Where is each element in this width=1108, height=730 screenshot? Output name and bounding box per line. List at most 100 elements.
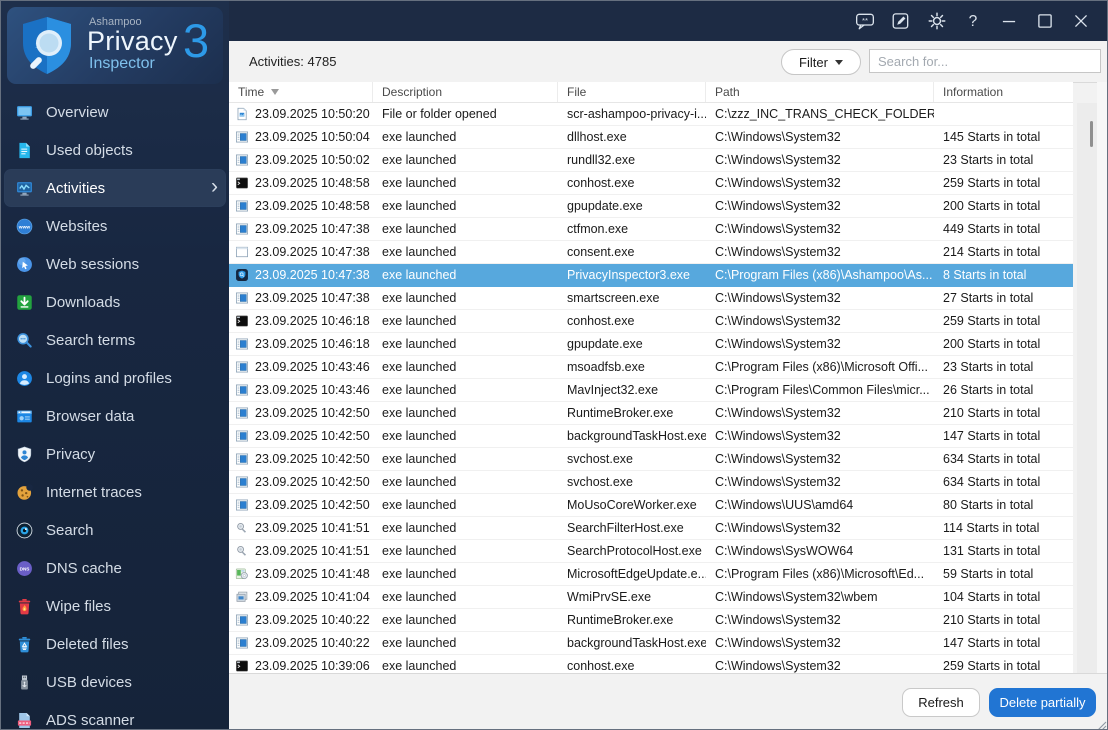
table-header: Time Description File Path Information <box>229 82 1073 103</box>
table-row[interactable]: 23.09.2025 10:48:58 exe launched conhost.e… <box>229 172 1073 195</box>
cell-time: 23.09.2025 10:43:46 <box>229 383 373 397</box>
time-value: 23.09.2025 10:46:18 <box>255 337 370 351</box>
search-input[interactable] <box>869 49 1101 73</box>
sidebar-item-label: Used objects <box>46 141 133 159</box>
cell-description: File or folder opened <box>382 107 497 121</box>
cell-information: 634 Starts in total <box>943 475 1041 489</box>
maximize-button[interactable] <box>1035 11 1055 31</box>
help-button[interactable]: ? <box>963 11 983 31</box>
cell-time: 23.09.2025 10:40:22 <box>229 636 373 650</box>
sidebar-item-label: Search <box>46 521 94 539</box>
sidebar-item-dns-cache[interactable]: DNS DNS cache <box>1 549 229 587</box>
resize-grip[interactable] <box>1096 718 1107 729</box>
sidebar-item-search-terms[interactable]: Search terms <box>1 321 229 359</box>
feedback-bubble-button[interactable]: ** <box>855 11 875 31</box>
table-row[interactable]: 23.09.2025 10:40:22 exe launched RuntimeBr… <box>229 609 1073 632</box>
table-row[interactable]: 23.09.2025 10:39:06 exe launched conhost.e… <box>229 655 1073 674</box>
internet-traces-cookie-icon <box>16 483 33 501</box>
vertical-scrollbar[interactable] <box>1077 103 1097 674</box>
sidebar-item-browser-data[interactable]: Browser data <box>1 397 229 435</box>
delete-partially-button[interactable]: Delete partially <box>989 688 1096 717</box>
cell-path: C:\Windows\System32 <box>715 521 841 535</box>
table-row[interactable]: 23.09.2025 10:50:20 File or folder opened… <box>229 103 1073 126</box>
filter-button[interactable]: Filter <box>781 49 861 75</box>
table-row[interactable]: 23.09.2025 10:41:48 exe launched Microsoft… <box>229 563 1073 586</box>
cell-description: exe launched <box>382 590 457 604</box>
table-row[interactable]: 23.09.2025 10:50:04 exe launched dllhost.e… <box>229 126 1073 149</box>
cell-file: RuntimeBroker.exe <box>567 613 674 627</box>
cell-information: 80 Starts in total <box>943 498 1034 512</box>
cell-description: exe launched <box>382 291 457 305</box>
sidebar-item-usb-devices[interactable]: USB devices <box>1 663 229 701</box>
column-header-description[interactable]: Description <box>373 82 558 102</box>
table-row[interactable]: 23.09.2025 10:42:50 exe launched RuntimeBr… <box>229 402 1073 425</box>
exe-window-icon <box>235 337 249 351</box>
table-row[interactable]: 23.09.2025 10:47:38 exe launched consent.e… <box>229 241 1073 264</box>
column-header-information[interactable]: Information <box>934 82 1073 102</box>
column-header-time[interactable]: Time <box>229 82 373 102</box>
settings-gear-button[interactable] <box>927 11 947 31</box>
sidebar-item-privacy[interactable]: Privacy <box>1 435 229 473</box>
sidebar-item-label: Wipe files <box>46 597 112 615</box>
notes-button[interactable] <box>891 11 911 31</box>
cell-path: C:\Windows\System32 <box>715 406 841 420</box>
table-row[interactable]: 23.09.2025 10:41:51 exe launched SearchPro… <box>229 540 1073 563</box>
sidebar-item-downloads[interactable]: Downloads <box>1 283 229 321</box>
deleted-files-trash-icon <box>16 636 33 653</box>
sidebar-item-search[interactable]: Search <box>1 511 229 549</box>
time-value: 23.09.2025 10:40:22 <box>255 613 370 627</box>
app-logo: 1010 Ashampoo Privacy Inspector 3 <box>7 7 223 84</box>
sidebar-item-internet-traces[interactable]: Internet traces <box>1 473 229 511</box>
cell-time: 23.09.2025 10:47:38 <box>229 268 373 282</box>
table-row[interactable]: 23.09.2025 10:43:46 exe launched msoadfsb.… <box>229 356 1073 379</box>
sidebar-item-label: USB devices <box>46 673 132 691</box>
cell-time: 23.09.2025 10:41:51 <box>229 544 373 558</box>
sidebar-item-used-objects[interactable]: Used objects <box>1 131 229 169</box>
sidebar-item-overview[interactable]: Overview <box>1 93 229 131</box>
cell-file: rundll32.exe <box>567 153 636 167</box>
sidebar-item-websites[interactable]: www Websites <box>1 207 229 245</box>
table-row[interactable]: 23.09.2025 10:43:46 exe launched MavInject… <box>229 379 1073 402</box>
table-row[interactable]: 23.09.2025 10:40:22 exe launched backgroun… <box>229 632 1073 655</box>
table-row[interactable]: 23.09.2025 10:42:50 exe launched svchost.e… <box>229 471 1073 494</box>
table-row[interactable]: 23.09.2025 10:41:04 exe launched WmiPrvSE.… <box>229 586 1073 609</box>
cell-information: 259 Starts in total <box>943 659 1041 673</box>
table-row[interactable]: 23.09.2025 10:46:18 exe launched gpupdate.… <box>229 333 1073 356</box>
console-dark-icon <box>235 314 249 328</box>
cell-time: 23.09.2025 10:47:38 <box>229 245 373 259</box>
close-button[interactable] <box>1071 11 1091 31</box>
table-row[interactable]: 23.09.2025 10:42:50 exe launched backgroun… <box>229 425 1073 448</box>
refresh-button[interactable]: Refresh <box>902 688 980 717</box>
minimize-button[interactable] <box>999 11 1019 31</box>
table-row[interactable]: 23.09.2025 10:48:58 exe launched gpupdate.… <box>229 195 1073 218</box>
sidebar-item-web-sessions[interactable]: Web sessions <box>1 245 229 283</box>
cell-description: exe launched <box>382 567 457 581</box>
cell-information: 259 Starts in total <box>943 176 1041 190</box>
cell-information: 634 Starts in total <box>943 452 1041 466</box>
cell-description: exe launched <box>382 636 457 650</box>
table-row[interactable]: 23.09.2025 10:47:38 exe launched ctfmon.ex… <box>229 218 1073 241</box>
logo-version: 3 <box>183 14 210 67</box>
sidebar-item-wipe-files[interactable]: Wipe files <box>1 587 229 625</box>
table-row[interactable]: 23.09.2025 10:42:50 exe launched svchost.e… <box>229 448 1073 471</box>
sidebar-item-label: Downloads <box>46 293 121 311</box>
table-row[interactable]: 23.09.2025 10:47:38 exe launched smartscre… <box>229 287 1073 310</box>
sidebar-item-logins-and-profiles[interactable]: Logins and profiles <box>1 359 229 397</box>
cell-file: gpupdate.exe <box>567 337 643 351</box>
column-header-path[interactable]: Path <box>706 82 934 102</box>
table-row[interactable]: 23.09.2025 10:46:18 exe launched conhost.e… <box>229 310 1073 333</box>
table-row[interactable]: 23.09.2025 10:41:51 exe launched SearchFil… <box>229 517 1073 540</box>
table-row-selected[interactable]: 23.09.2025 10:47:38 exe launched PrivacyIn… <box>229 264 1073 287</box>
sidebar-item-activities[interactable]: Activities › <box>4 169 226 207</box>
cell-description: exe launched <box>382 199 457 213</box>
time-value: 23.09.2025 10:50:02 <box>255 153 370 167</box>
cell-description: exe launched <box>382 360 457 374</box>
sidebar-item-label: Web sessions <box>46 255 140 273</box>
table-row[interactable]: 23.09.2025 10:50:02 exe launched rundll32.… <box>229 149 1073 172</box>
sidebar-item-deleted-files[interactable]: Deleted files <box>1 625 229 663</box>
scrollbar-thumb[interactable] <box>1090 121 1093 147</box>
ads-scanner-document-icon <box>16 712 33 729</box>
sidebar-item-ads-scanner[interactable]: ADS scanner <box>1 701 229 729</box>
table-row[interactable]: 23.09.2025 10:42:50 exe launched MoUsoCore… <box>229 494 1073 517</box>
column-header-file[interactable]: File <box>558 82 706 102</box>
